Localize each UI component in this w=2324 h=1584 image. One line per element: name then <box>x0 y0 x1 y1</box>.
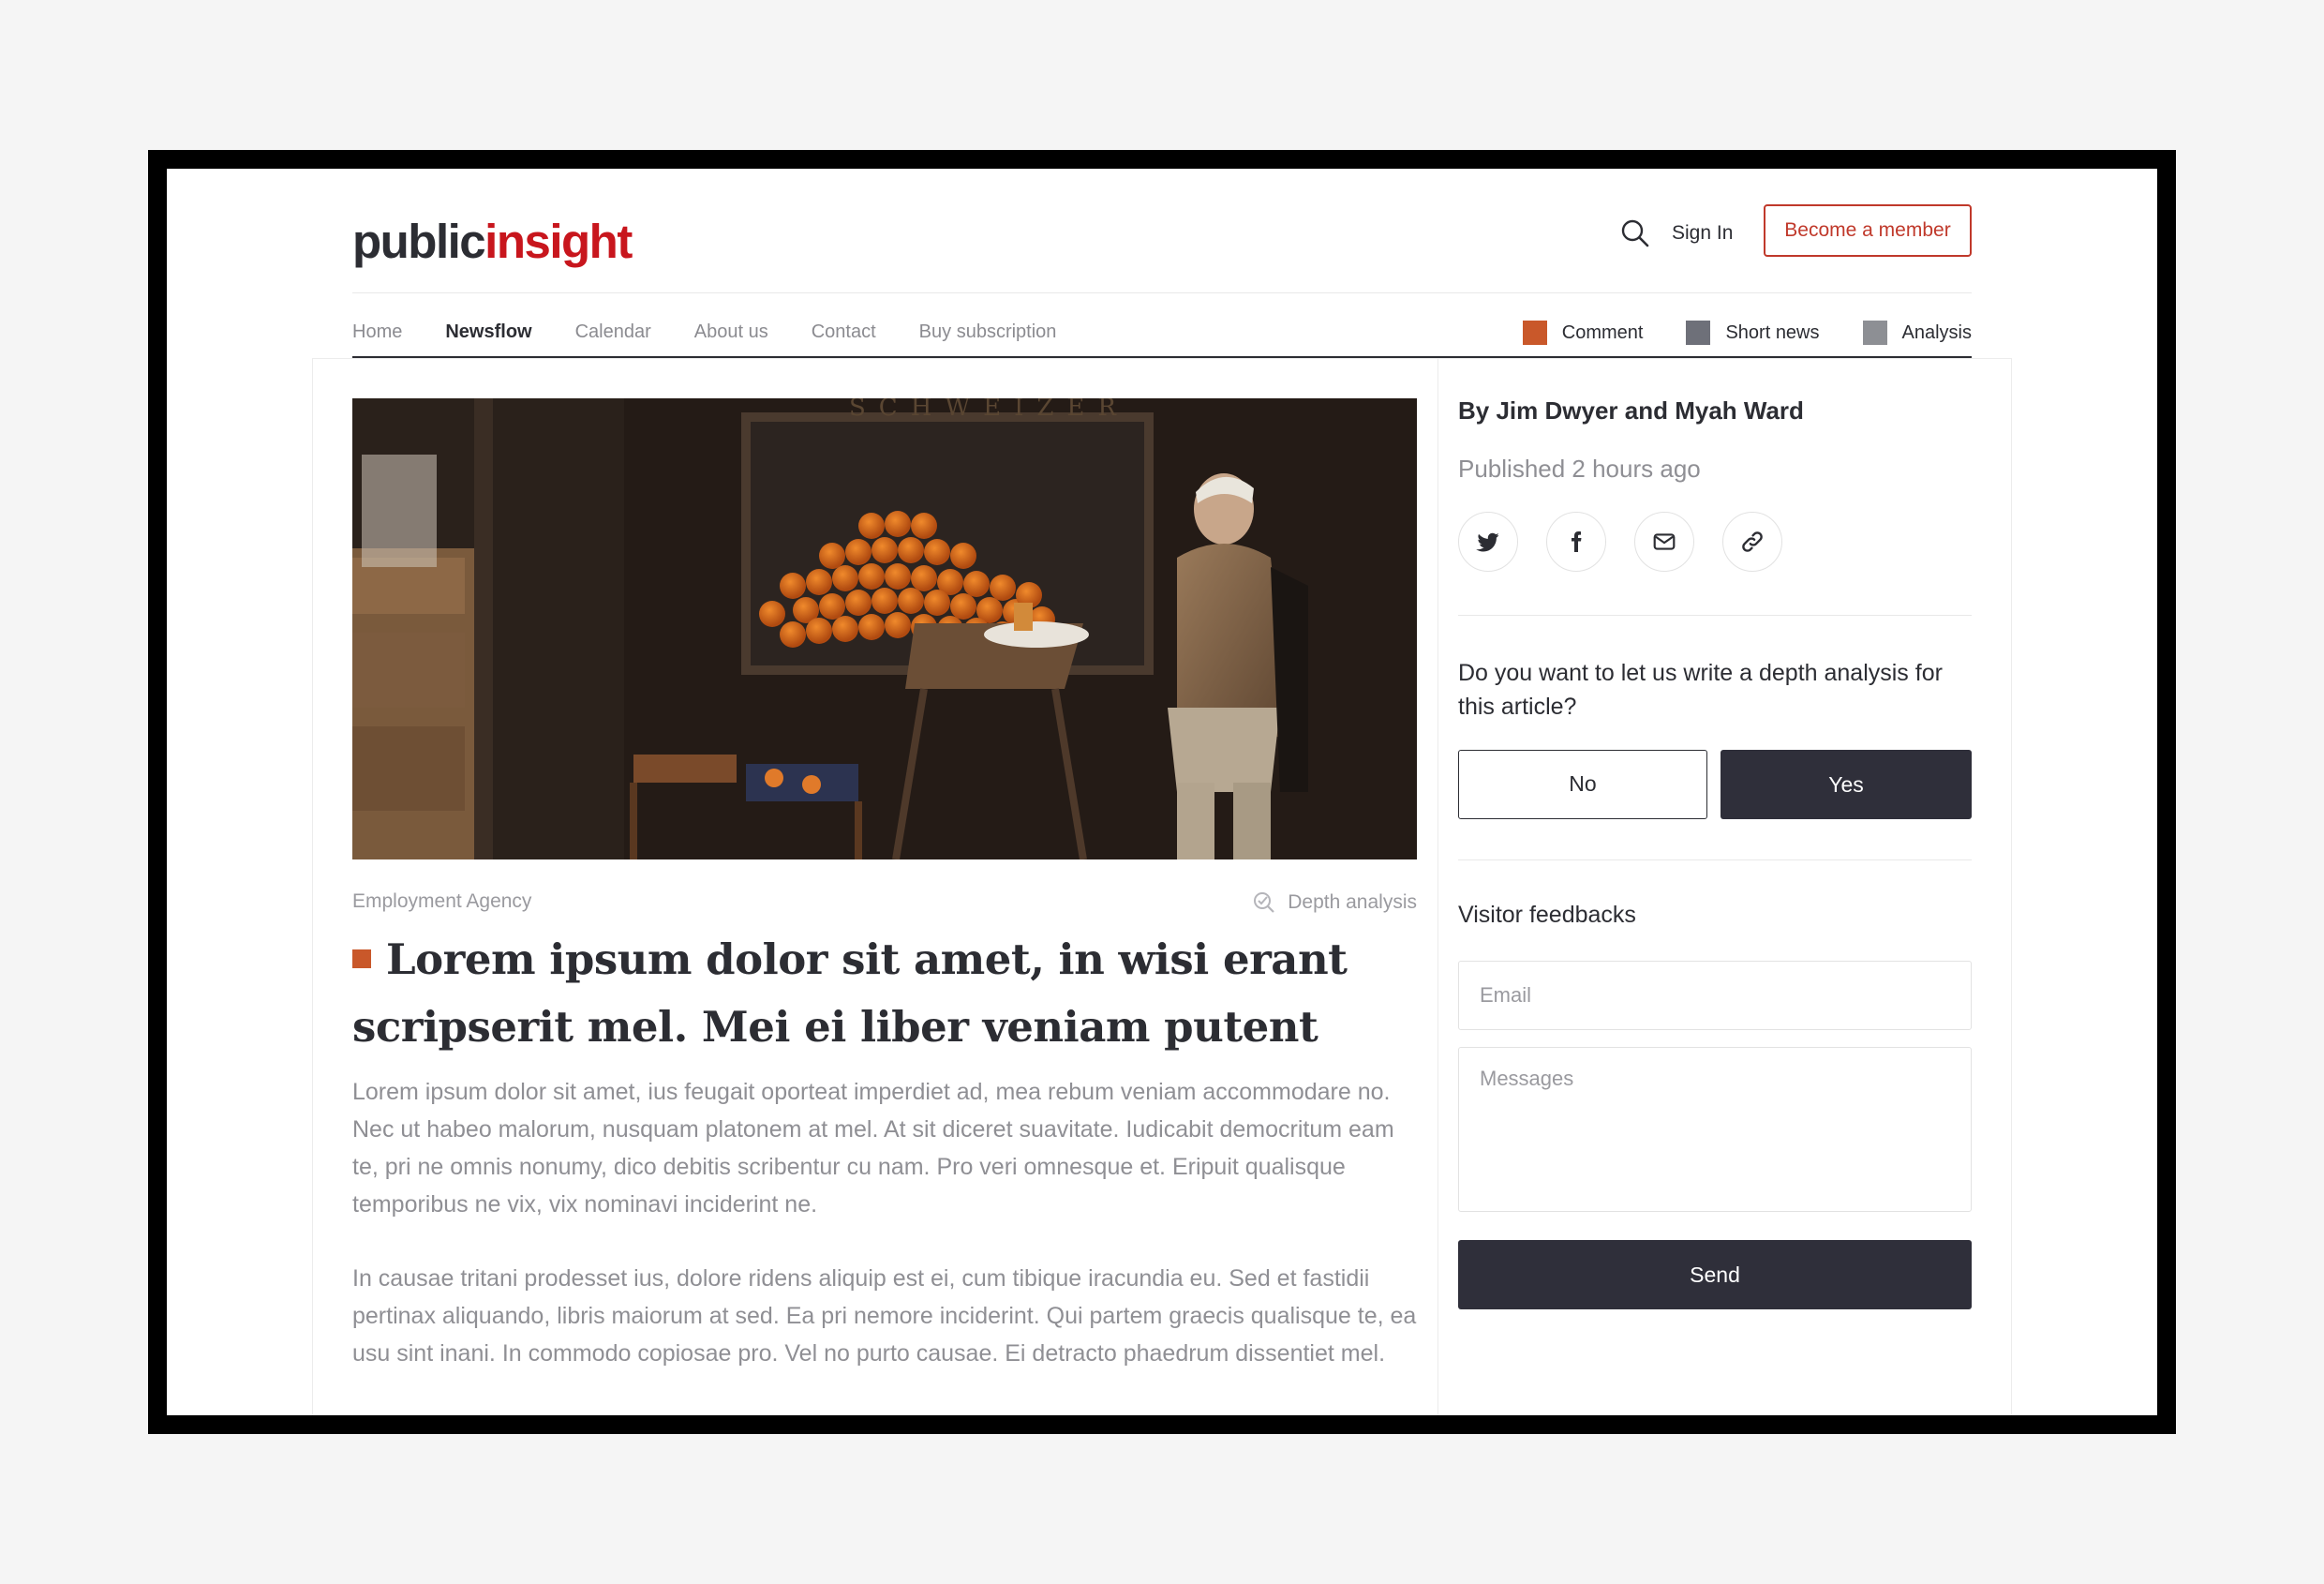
legend-swatch-comment <box>1522 321 1547 345</box>
comment-marker <box>352 949 371 968</box>
category-legend: Comment Short news Analysis <box>1480 309 1972 356</box>
mail-icon <box>1653 533 1676 550</box>
legend-item-comment[interactable]: Comment <box>1522 321 1644 345</box>
twitter-icon <box>1476 532 1499 552</box>
become-member-button[interactable]: Become a member <box>1764 204 1972 257</box>
nav-item-newsflow[interactable]: Newsflow <box>445 309 531 356</box>
nav-item-home[interactable]: Home <box>352 309 402 356</box>
nav-item-calendar[interactable]: Calendar <box>575 309 651 356</box>
legend-item-short-news[interactable]: Short news <box>1686 321 1820 345</box>
yes-button[interactable]: Yes <box>1721 750 1972 819</box>
link-icon <box>1742 531 1763 552</box>
legend-swatch-short-news <box>1686 321 1711 345</box>
email-field[interactable]: Email <box>1458 961 1972 1030</box>
article-byline: By Jim Dwyer and Myah Ward <box>1458 396 1804 425</box>
depth-analysis-label: Depth analysis <box>1288 891 1417 913</box>
facebook-icon <box>1572 531 1582 552</box>
sidebar-divider-1 <box>1458 615 1972 616</box>
nav-item-about-us[interactable]: About us <box>694 309 768 356</box>
share-twitter-button[interactable] <box>1458 512 1518 572</box>
copy-link-button[interactable] <box>1722 512 1782 572</box>
page-screen: publicinsight Sign In Become a member Ho… <box>167 169 2157 1415</box>
visitor-feedbacks-title: Visitor feedbacks <box>1458 902 1636 928</box>
hero-sign-text: SCHWEIZER <box>849 398 1129 422</box>
article-hero-image: SCHWEIZER <box>352 398 1417 859</box>
published-time: Published 2 hours ago <box>1458 455 1701 483</box>
search-icon[interactable] <box>1619 217 1651 249</box>
share-buttons <box>1458 512 1810 572</box>
article-title-text: Lorem ipsum dolor sit amet, in wisi eran… <box>352 934 1348 1052</box>
article-category[interactable]: Employment Agency <box>352 890 531 913</box>
sidebar-divider-2 <box>1458 859 1972 860</box>
legend-swatch-analysis <box>1862 321 1887 345</box>
article-title: Lorem ipsum dolor sit amet, in wisi eran… <box>352 926 1421 1061</box>
nav-item-contact[interactable]: Contact <box>812 309 876 356</box>
share-email-button[interactable] <box>1634 512 1694 572</box>
share-facebook-button[interactable] <box>1546 512 1606 572</box>
depth-analysis-icon <box>1254 892 1275 913</box>
sign-in-link[interactable]: Sign In <box>1672 216 1733 251</box>
legend-item-analysis[interactable]: Analysis <box>1862 321 1972 345</box>
header-divider <box>352 292 1972 293</box>
nav-item-buy-subscription[interactable]: Buy subscription <box>919 309 1057 356</box>
send-button[interactable]: Send <box>1458 1240 1972 1309</box>
legend-label-analysis: Analysis <box>1901 321 1972 343</box>
legend-label-comment: Comment <box>1561 321 1644 343</box>
logo-part-1: public <box>352 215 486 268</box>
article-paragraph-1: Lorem ipsum dolor sit amet, ius feugait … <box>352 1079 1394 1218</box>
article-paragraph-2: In causae tritani prodesset ius, dolore … <box>352 1265 1417 1367</box>
main-nav: Home Newsflow Calendar About us Contact … <box>352 309 1099 356</box>
messages-field[interactable]: Messages <box>1458 1047 1972 1212</box>
site-logo[interactable]: publicinsight <box>352 204 633 279</box>
logo-part-2: insight <box>484 215 633 268</box>
depth-analysis-tag[interactable]: Depth analysis <box>1252 890 1417 915</box>
legend-label-short-news: Short news <box>1725 321 1820 343</box>
depth-analysis-question: Do you want to let us write a depth anal… <box>1458 660 1943 720</box>
no-button[interactable]: No <box>1458 750 1707 819</box>
